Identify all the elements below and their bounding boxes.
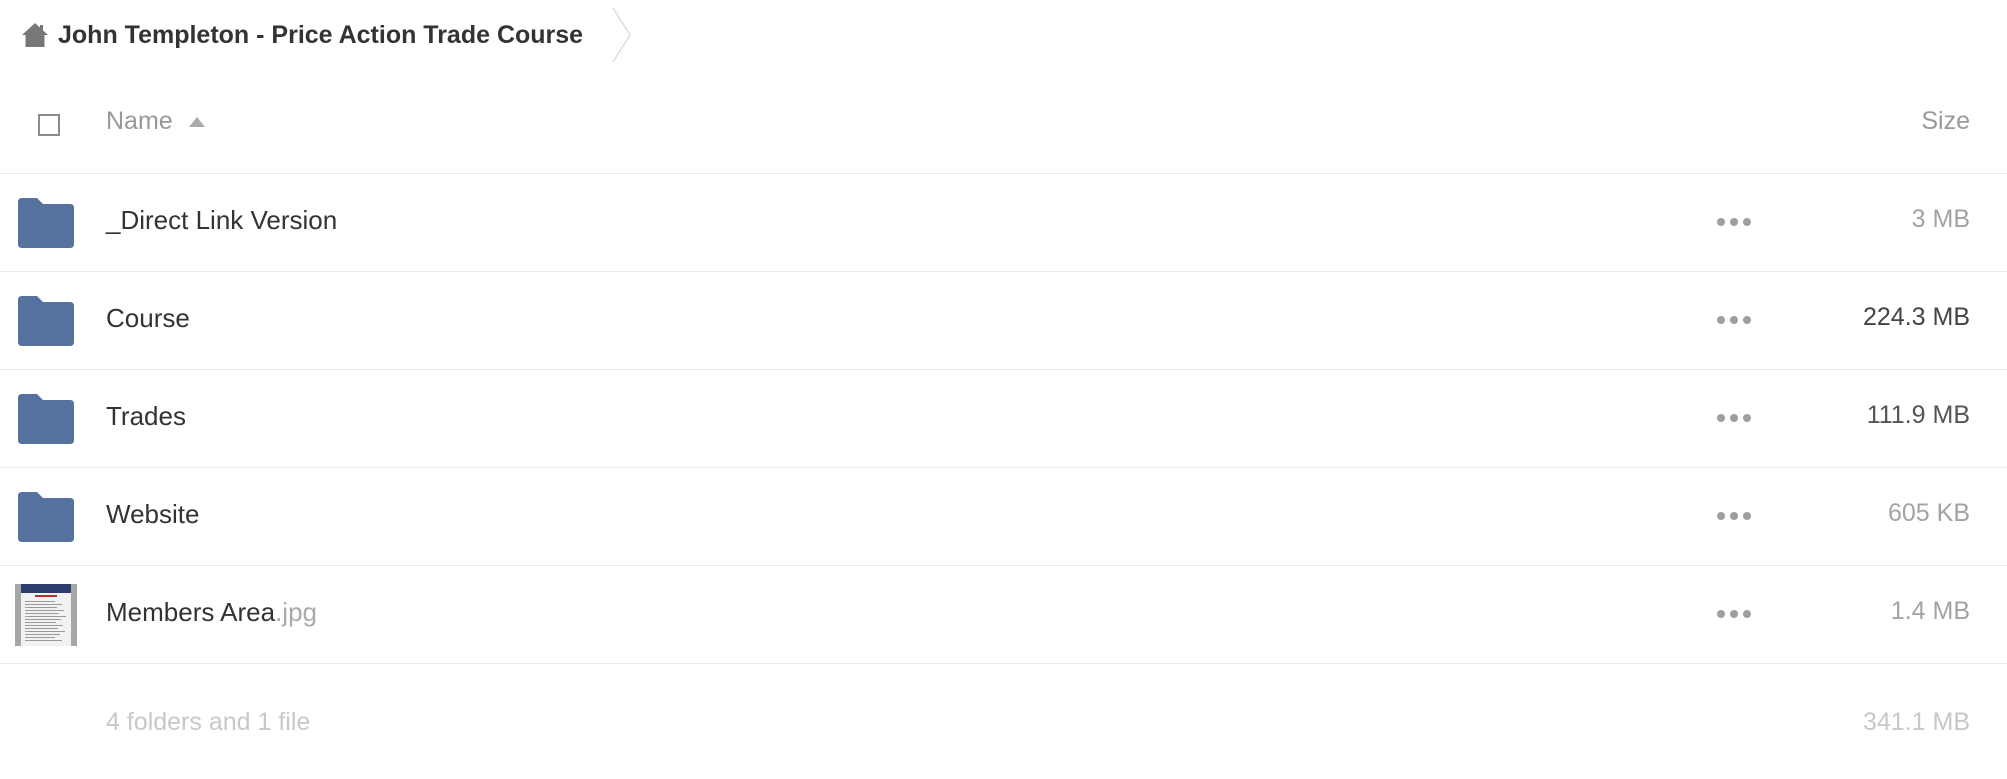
file-name-base: Website xyxy=(106,499,200,529)
file-extension: .jpg xyxy=(275,597,317,627)
file-row[interactable]: Trades 111.9 MB xyxy=(0,370,2007,468)
image-thumbnail xyxy=(15,584,77,646)
more-actions-icon[interactable] xyxy=(1717,410,1751,426)
name-column-label: Name xyxy=(106,107,173,135)
sort-ascending-icon xyxy=(188,116,205,127)
summary-total-size: 341.1 MB xyxy=(1862,708,1970,736)
file-name-base: Members Area xyxy=(106,597,276,627)
file-name[interactable]: Website xyxy=(106,499,199,530)
file-list: _Direct Link Version 3 MB Course 224.3 MB Tr… xyxy=(0,174,2007,664)
summary-count: 4 folders and 1 file xyxy=(106,708,311,736)
file-name[interactable]: _Direct Link Version xyxy=(106,205,337,236)
breadcrumb: John Templeton - Price Action Trade Cour… xyxy=(18,0,633,70)
size-column-header[interactable]: Size xyxy=(1921,107,1970,136)
more-actions-icon[interactable] xyxy=(1717,508,1751,524)
file-size: 3 MB xyxy=(1911,205,1970,233)
file-name[interactable]: Course xyxy=(106,303,190,334)
folder-icon xyxy=(18,394,74,444)
folder-icon xyxy=(18,296,74,346)
breadcrumb-separator-icon xyxy=(612,7,631,63)
file-name-base: _Direct Link Version xyxy=(106,205,338,235)
file-size: 224.3 MB xyxy=(1862,303,1970,331)
file-name-base: Trades xyxy=(106,401,186,431)
more-actions-icon[interactable] xyxy=(1717,214,1751,230)
file-size: 605 KB xyxy=(1887,499,1970,527)
file-name[interactable]: Trades xyxy=(106,401,186,432)
select-all-checkbox[interactable] xyxy=(38,114,60,136)
file-size: 1.4 MB xyxy=(1890,597,1970,625)
file-name[interactable]: Members Area.jpg xyxy=(106,597,317,628)
file-row[interactable]: Course 224.3 MB xyxy=(0,272,2007,370)
file-size: 111.9 MB xyxy=(1866,401,1970,429)
file-row[interactable]: Members Area.jpg 1.4 MB xyxy=(0,566,2007,664)
breadcrumb-current-folder[interactable]: John Templeton - Price Action Trade Cour… xyxy=(58,21,583,50)
file-row[interactable]: Website 605 KB xyxy=(0,468,2007,566)
file-list-header: Name Size xyxy=(0,76,2007,174)
folder-icon xyxy=(18,492,74,542)
file-list-summary: 4 folders and 1 file 341.1 MB xyxy=(0,708,2007,758)
more-actions-icon[interactable] xyxy=(1717,312,1751,328)
more-actions-icon[interactable] xyxy=(1717,606,1751,622)
name-column-header[interactable]: Name xyxy=(106,107,205,136)
home-icon[interactable] xyxy=(18,18,52,52)
file-row[interactable]: _Direct Link Version 3 MB xyxy=(0,174,2007,272)
folder-icon xyxy=(18,198,74,248)
file-name-base: Course xyxy=(106,303,190,333)
